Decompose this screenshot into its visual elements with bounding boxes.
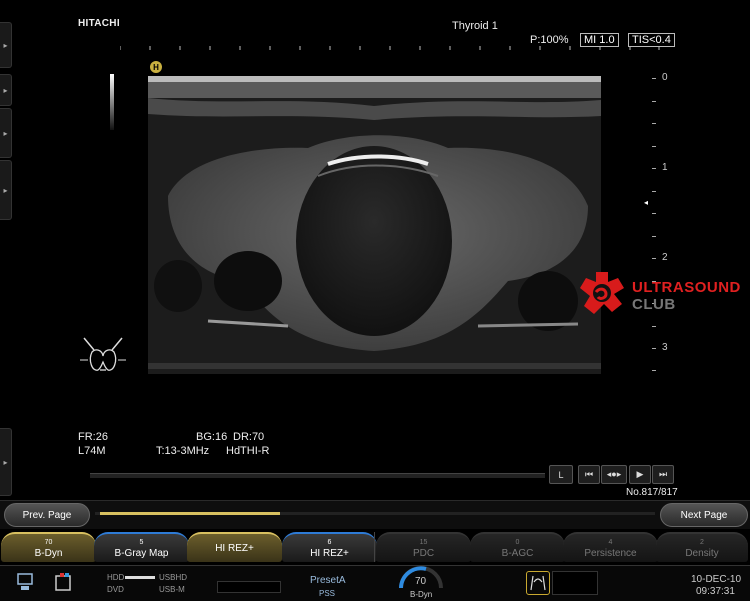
imaging-mode: HdTHI-R [226, 445, 270, 457]
softkey-label: HI REZ+ [310, 548, 349, 559]
first-frame-button[interactable]: ⏮ [578, 465, 600, 484]
softkey-pdc[interactable]: 15 PDC [376, 532, 471, 562]
side-tab-4[interactable]: ▸ [0, 160, 12, 220]
thyroid-scan-graphic [148, 76, 601, 374]
softkey-value: 4 [608, 539, 613, 546]
thyroid-bodymark-icon [80, 337, 126, 371]
softkey-value: 70 [44, 539, 53, 546]
status-bar [0, 565, 750, 601]
probe-indicator-icon[interactable] [526, 571, 550, 595]
depth-label: 0 [662, 72, 668, 83]
depth-tick [652, 370, 656, 371]
preset-label: PresetA [310, 575, 346, 586]
softkey-b-agc[interactable]: 0 B-AGC [470, 532, 565, 562]
dvd-label: DVD [107, 585, 124, 594]
power-readout: P:100% [530, 34, 569, 46]
softkey-label: B-Gray Map [114, 548, 169, 559]
softkey-label: Density [685, 548, 719, 559]
storage-indicator [217, 581, 281, 593]
depth-scale: 0 1 ◂ 2 3 [644, 72, 672, 374]
brand-logo: HITACHI [78, 18, 120, 29]
frame-step-button[interactable]: ◂●▸ [601, 465, 627, 484]
depth-label: 1 [662, 162, 668, 173]
depth-tick [652, 168, 656, 169]
depth-label: 3 [662, 342, 668, 353]
softkey-hi-rez-level[interactable]: 6 HI REZ+ [282, 532, 377, 562]
hdd-usage-bar [125, 576, 155, 579]
softkey-label: B-Dyn [34, 548, 63, 559]
depth-tick [652, 236, 656, 237]
softkey-value: 2 [700, 539, 704, 546]
softkey-persistence[interactable]: 4 Persistence [563, 532, 658, 562]
softkey-b-dyn[interactable]: 70 B-Dyn [1, 532, 96, 562]
frame-rate: FR:26 [78, 431, 108, 443]
status-box [552, 571, 598, 595]
cine-slider[interactable] [90, 473, 545, 478]
play-button[interactable]: ▶ [629, 465, 651, 484]
dial-value: 70 [415, 576, 427, 587]
softkey-value: 15 [419, 539, 428, 546]
depth-tick [652, 191, 656, 192]
tis-readout: TIS<0.4 [628, 33, 675, 47]
depth-tick [652, 213, 656, 214]
hdd-label: HDD [107, 573, 125, 582]
preset-name: Thyroid 1 [452, 20, 498, 32]
depth-label: 2 [662, 252, 668, 263]
time-readout: 09:37:31 [696, 586, 735, 597]
orientation-marker: H [150, 61, 162, 73]
depth-tick [652, 78, 656, 79]
focus-marker-icon: ◂ [644, 198, 649, 207]
softkey-value: 6 [327, 539, 332, 546]
mi-readout: MI 1.0 [580, 33, 619, 47]
loop-button[interactable]: L [549, 465, 573, 484]
ultrasound-club-logo-icon [580, 272, 624, 314]
depth-tick [652, 326, 656, 327]
last-frame-button[interactable]: ⏭ [652, 465, 674, 484]
usbhd-label: USBHD [159, 573, 188, 582]
background-gain: BG:16 [196, 431, 228, 443]
page-progress-fill [100, 512, 280, 515]
computer-icon[interactable] [16, 572, 34, 592]
probe-icon [530, 575, 546, 591]
date-readout: 10-DEC-10 [691, 574, 742, 585]
softkey-value: 5 [139, 539, 144, 546]
grayscale-bar [110, 74, 114, 130]
depth-tick [652, 348, 656, 349]
softkey-label: HI REZ+ [215, 542, 254, 554]
depth-tick [652, 146, 656, 147]
dial-label: B-Dyn [410, 590, 433, 599]
watermark-subtitle: CLUB [632, 296, 676, 313]
softkey-label: B-AGC [501, 548, 534, 559]
softkey-value: 0 [515, 539, 520, 546]
patient-list-icon[interactable] [54, 572, 74, 592]
softkey-label: Persistence [584, 548, 637, 559]
depth-tick [652, 101, 656, 102]
softkey-divider [374, 532, 375, 562]
softkey-density[interactable]: 2 Density [656, 532, 748, 562]
watermark-title: ULTRASOUND [632, 279, 741, 296]
pss-label: PSS [319, 589, 336, 598]
softkey-hi-rez-toggle[interactable]: HI REZ+ [187, 532, 282, 562]
softkey-b-gray-map[interactable]: 5 B-Gray Map [94, 532, 189, 562]
side-tab-2[interactable]: ▸ [0, 74, 12, 106]
softkey-label: PDC [412, 548, 435, 559]
prev-page-button[interactable]: Prev. Page [4, 503, 90, 527]
next-page-button[interactable]: Next Page [660, 503, 748, 527]
side-tab-1[interactable]: ▸ [0, 22, 12, 68]
depth-tick [652, 258, 656, 259]
dynamic-range: DR:70 [233, 431, 265, 443]
usbm-label: USB-M [159, 585, 185, 594]
depth-tick [652, 123, 656, 124]
side-tab-5[interactable]: ▸ [0, 428, 12, 496]
ultrasound-image[interactable] [148, 76, 601, 374]
probe-name: L74M [78, 445, 106, 457]
frame-counter: No.817/817 [626, 487, 678, 498]
side-tab-3[interactable]: ▸ [0, 108, 12, 158]
frequency: T:13-3MHz [156, 445, 210, 457]
lateral-ruler [120, 46, 660, 50]
